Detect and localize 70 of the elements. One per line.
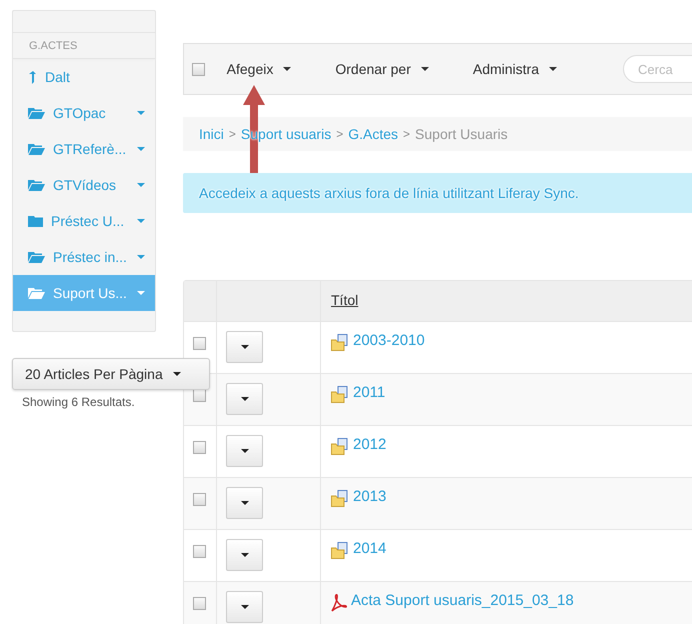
caret-icon [240, 345, 248, 349]
actions-button[interactable] [226, 539, 263, 571]
caret-icon [549, 67, 557, 71]
search-field[interactable]: Cerca [623, 55, 692, 83]
caret-icon [240, 605, 248, 609]
pdf-icon [331, 594, 347, 612]
sidebar-item[interactable]: Préstec in... [13, 239, 155, 275]
sidebar-item[interactable]: GTOpac [13, 95, 155, 131]
file-link[interactable]: 2014 [353, 540, 386, 557]
sidebar-item[interactable]: GTVídeos [13, 167, 155, 203]
row-checkbox[interactable] [193, 441, 206, 454]
caret-icon[interactable] [137, 219, 145, 223]
sidebar-header: G.ACTES [13, 33, 155, 59]
breadcrumb-current: Suport Usuaris [415, 126, 508, 142]
open-folder-icon [28, 143, 45, 155]
caret-icon[interactable] [137, 147, 145, 151]
document-folder-icon [331, 542, 349, 559]
open-folder-icon [28, 287, 45, 299]
breadcrumb-link[interactable]: Inici [199, 126, 224, 142]
file-link[interactable]: 2013 [353, 488, 386, 505]
breadcrumb-link[interactable]: G.Actes [348, 126, 398, 142]
caret-icon[interactable] [137, 255, 145, 259]
caret-icon [283, 67, 292, 71]
menu-button[interactable]: Afegeix [226, 61, 292, 77]
breadcrumb-separator: > [403, 127, 410, 141]
folder-icon [28, 215, 43, 227]
file-link[interactable]: 2011 [353, 384, 386, 401]
row-checkbox[interactable] [193, 337, 206, 350]
document-folder-icon [331, 438, 349, 455]
caret-icon[interactable] [137, 183, 145, 187]
open-folder-icon [28, 107, 45, 119]
sidebar-item[interactable]: Préstec U... [13, 203, 155, 239]
info-message: Accedeix a aquests arxius fora de línia utilitzant Liferay Sync. [183, 173, 692, 213]
file-link[interactable]: 2003-2010 [353, 332, 425, 349]
row-checkbox[interactable] [193, 597, 206, 610]
select-all-checkbox[interactable] [192, 62, 205, 76]
row-checkbox[interactable] [193, 545, 206, 558]
actions-button[interactable] [226, 435, 263, 467]
caret-icon [240, 553, 248, 557]
actions-button[interactable] [226, 487, 263, 519]
results-count: Showing 6 Resultats. [22, 395, 136, 409]
document-folder-icon [331, 490, 349, 507]
actions-button[interactable] [226, 331, 263, 363]
breadcrumb-separator: > [228, 127, 236, 141]
actions-button[interactable] [226, 591, 263, 623]
per-page-dropdown[interactable]: 20 Articles Per Pàgina [12, 358, 210, 390]
menu-button[interactable]: Ordenar per [335, 61, 429, 77]
row-checkbox[interactable] [193, 389, 206, 402]
caret-icon [420, 67, 429, 71]
caret-icon[interactable] [137, 111, 145, 115]
up-arrow-icon [28, 70, 37, 84]
caret-icon[interactable] [137, 291, 145, 295]
actions-button[interactable] [226, 383, 263, 415]
caret-icon [240, 501, 248, 505]
document-folder-icon [331, 386, 349, 403]
document-folder-icon [331, 334, 349, 351]
open-folder-icon [28, 251, 45, 263]
caret-icon [172, 372, 181, 376]
menu-button[interactable]: Administra [472, 61, 557, 77]
column-header[interactable]: Títol [331, 292, 358, 308]
sidebar-item[interactable]: GTReferè... [13, 131, 155, 167]
file-link[interactable]: Acta Suport usuaris_2015_03_18 [351, 592, 574, 609]
sidebar-item[interactable]: Suport Us... [13, 275, 155, 311]
breadcrumb-separator: > [336, 127, 344, 141]
caret-icon [240, 397, 248, 401]
file-link[interactable]: 2012 [353, 436, 386, 453]
sidebar-item[interactable]: Dalt [13, 59, 155, 95]
caret-icon [240, 449, 248, 453]
open-folder-icon [28, 179, 45, 191]
row-checkbox[interactable] [193, 493, 206, 506]
